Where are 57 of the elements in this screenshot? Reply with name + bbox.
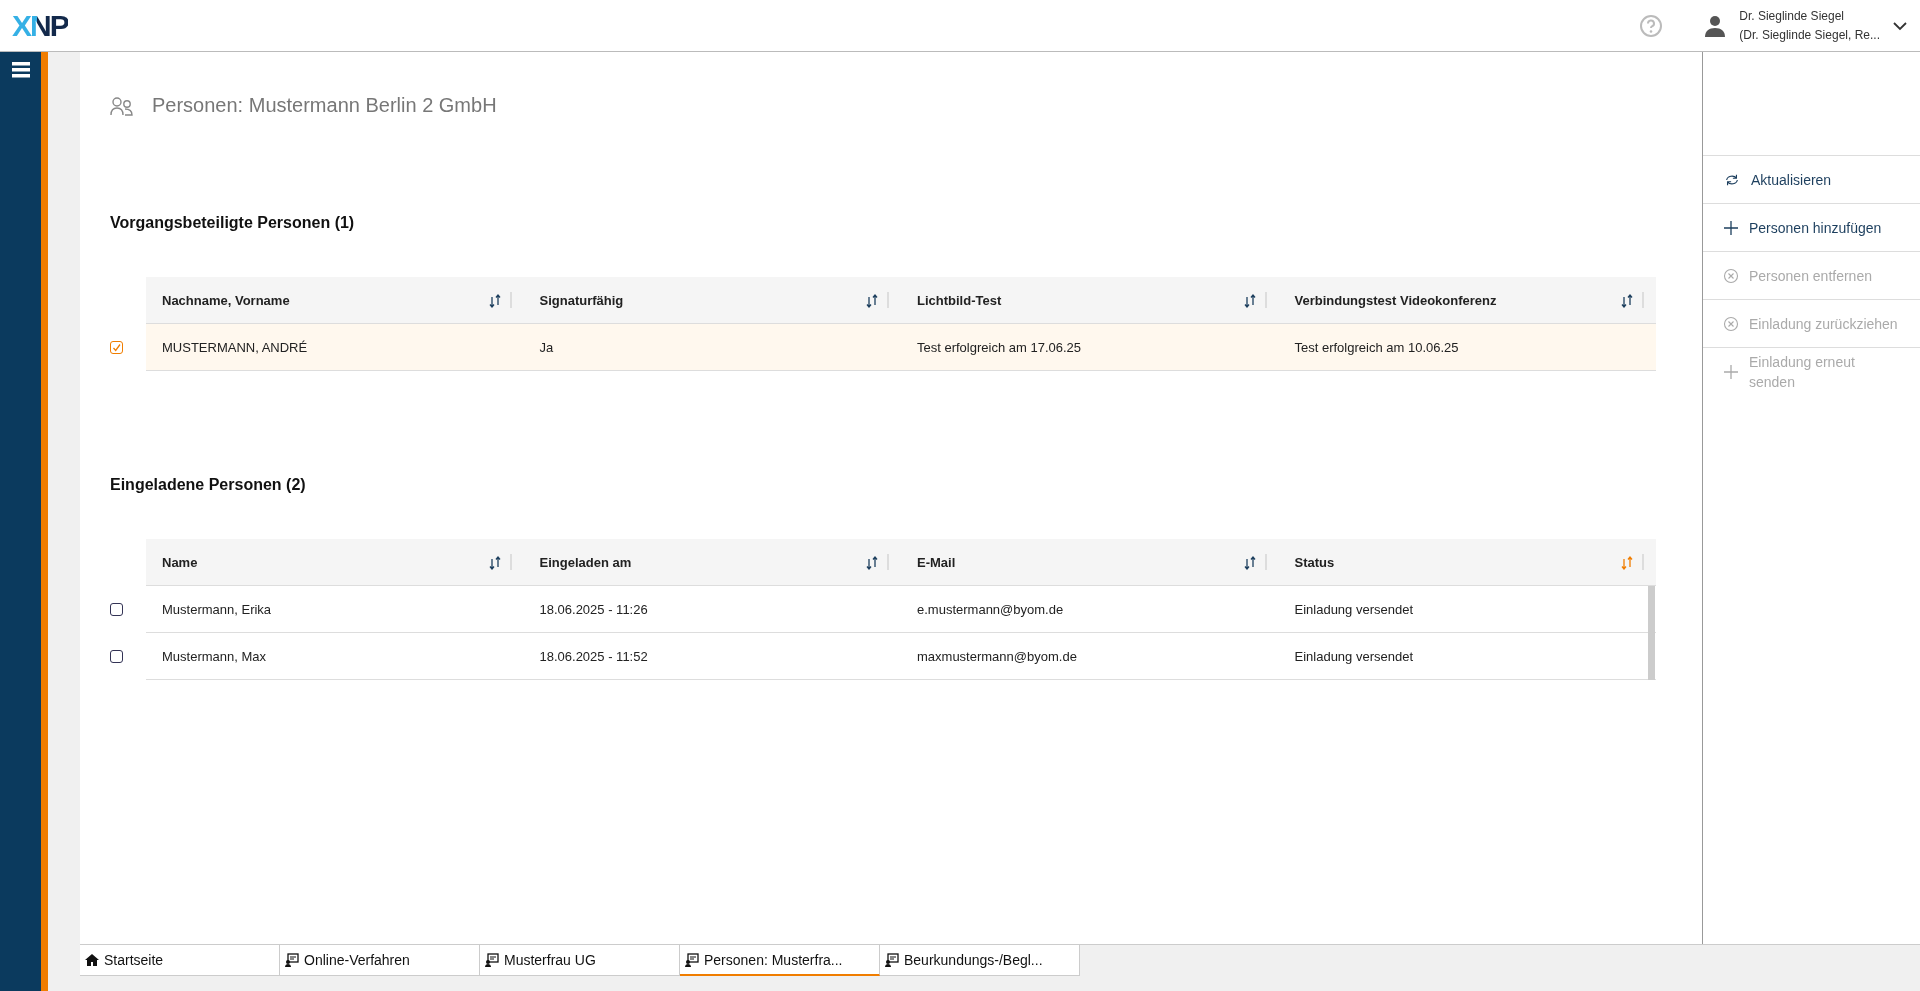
tab[interactable]: Musterfrau UG bbox=[480, 945, 680, 976]
tab[interactable]: Personen: Musterfra... bbox=[680, 945, 880, 976]
column-header[interactable]: E-Mail bbox=[917, 554, 1235, 570]
sort-icon[interactable] bbox=[1242, 292, 1257, 308]
table-cell-text: 18.06.2025 - 11:52 bbox=[538, 647, 649, 666]
sort-icon[interactable] bbox=[865, 292, 879, 308]
section-heading: Eingeladene Personen (2) bbox=[110, 476, 307, 494]
close-circle-icon bbox=[1723, 267, 1739, 284]
table-cell-text: Einladung versendet bbox=[1293, 647, 1415, 666]
tab[interactable]: Beurkundungs-/Begl... bbox=[880, 945, 1080, 976]
people-icon bbox=[110, 95, 134, 116]
tab[interactable]: Startseite bbox=[80, 945, 280, 976]
row-checkbox[interactable] bbox=[110, 650, 123, 663]
user-role: (Dr. Sieglinde Siegel, Re... bbox=[1739, 26, 1880, 44]
action-button[interactable]: Personen hinzufügen bbox=[1703, 203, 1920, 251]
column-header[interactable]: Eingeladen am bbox=[539, 554, 857, 570]
user-name: Dr. Sieglinde Siegel bbox=[1739, 7, 1845, 25]
action-button[interactable]: Aktualisieren bbox=[1703, 155, 1920, 203]
sort-icon[interactable] bbox=[1242, 554, 1257, 570]
table-cell-text: e.mustermann@byom.de bbox=[916, 600, 1065, 619]
case-person-icon bbox=[685, 952, 699, 967]
table-cell-text: MUSTERMANN, ANDRÉ bbox=[161, 338, 309, 357]
user-avatar-icon bbox=[1705, 14, 1726, 37]
case-person-icon bbox=[885, 953, 899, 967]
table-cell-text: 18.06.2025 - 11:26 bbox=[538, 600, 649, 619]
row-checkbox[interactable] bbox=[110, 603, 123, 616]
row-checkbox[interactable] bbox=[110, 341, 123, 354]
sort-icon[interactable] bbox=[487, 554, 502, 570]
table-cell-text: Mustermann, Erika bbox=[161, 600, 273, 619]
check-icon bbox=[112, 343, 121, 352]
scrollbar[interactable] bbox=[1648, 586, 1655, 680]
chevron-down-icon[interactable] bbox=[1892, 20, 1908, 31]
plus-icon bbox=[1723, 363, 1739, 380]
close-circle-icon bbox=[1723, 315, 1739, 332]
tab[interactable]: Online-Verfahren bbox=[280, 945, 480, 976]
table-cell-text: Test erfolgreich am 17.06.25 bbox=[916, 338, 1083, 357]
table-cell-text: Ja bbox=[538, 338, 555, 357]
column-header[interactable]: Nachname, Vorname bbox=[162, 292, 480, 308]
column-header[interactable]: Signaturfähig bbox=[539, 292, 857, 308]
case-person-icon bbox=[485, 953, 499, 967]
sort-icon[interactable] bbox=[1620, 292, 1634, 308]
home-icon bbox=[85, 953, 99, 967]
sort-icon[interactable] bbox=[487, 292, 502, 308]
table-cell-text: Mustermann, Max bbox=[161, 647, 268, 666]
section-heading: Vorgangsbeteiligte Personen (1) bbox=[110, 214, 356, 232]
case-person-icon bbox=[285, 953, 299, 967]
table-cell-text: Einladung versendet bbox=[1293, 600, 1415, 619]
column-header[interactable]: Status bbox=[1294, 554, 1612, 570]
page-title: Personen: Mustermann Berlin 2 GmbH bbox=[152, 94, 497, 117]
column-header[interactable]: Verbindungstest Videokonferenz bbox=[1294, 292, 1612, 308]
table-cell-text: maxmustermann@byom.de bbox=[916, 647, 1078, 666]
sort-icon[interactable] bbox=[865, 554, 879, 570]
plus-icon bbox=[1723, 219, 1739, 236]
column-header[interactable]: Name bbox=[162, 554, 480, 570]
table-cell-text: Test erfolgreich am 10.06.25 bbox=[1293, 338, 1460, 357]
menu-icon[interactable] bbox=[11, 62, 30, 78]
column-header[interactable]: Lichtbild-Test bbox=[917, 292, 1235, 308]
